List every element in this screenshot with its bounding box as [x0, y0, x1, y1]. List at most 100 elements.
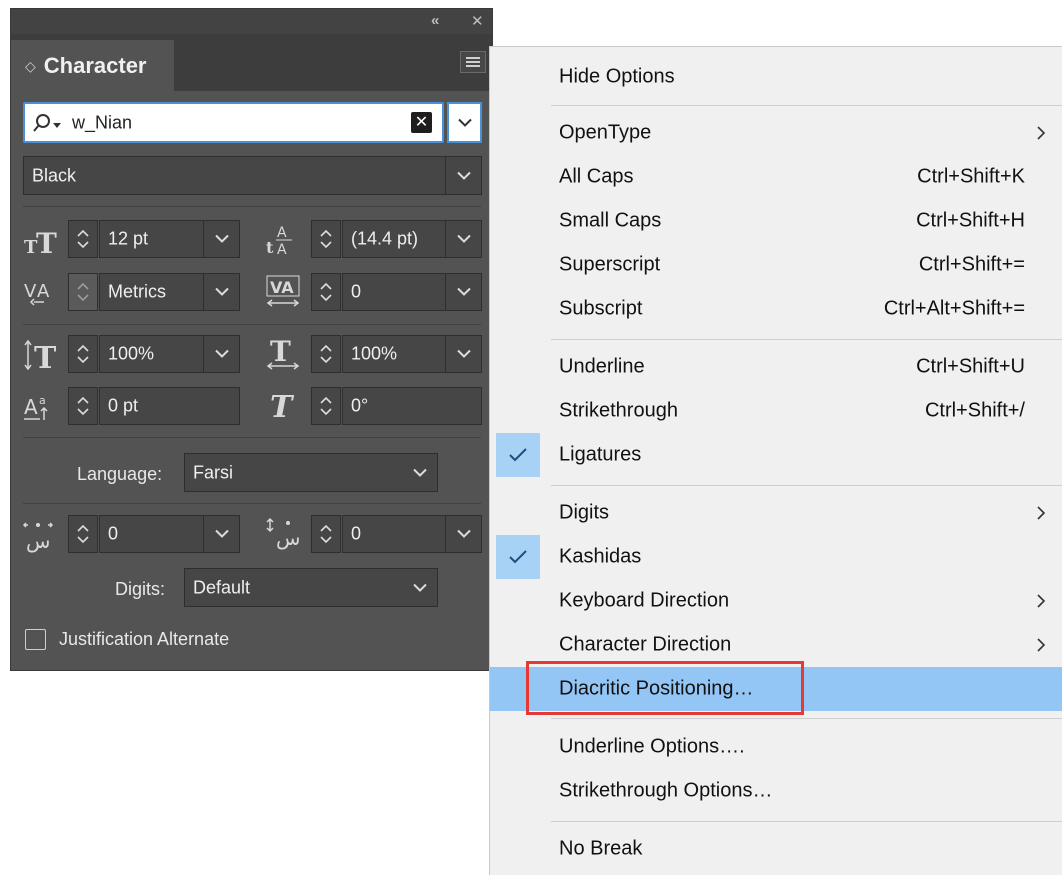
- vertical-scale-field[interactable]: 100%: [99, 335, 240, 373]
- stepper-arrows-icon: [77, 282, 89, 302]
- divider: [23, 324, 481, 325]
- chevron-right-icon: [1037, 126, 1046, 140]
- menu-item-digits[interactable]: Digits: [490, 491, 1062, 535]
- font-style-select[interactable]: Black: [23, 156, 482, 195]
- vertical-scale-stepper[interactable]: [68, 335, 98, 373]
- horizontal-scale-stepper[interactable]: [311, 335, 341, 373]
- font-family-search[interactable]: w_Nian ✕: [23, 102, 444, 143]
- digits-dropdown[interactable]: [402, 569, 437, 606]
- svg-text:T: T: [270, 390, 295, 423]
- shortcut-label: Ctrl+Shift+K: [917, 165, 1025, 188]
- chevron-down-icon: [456, 171, 471, 180]
- menu-item-kashidas[interactable]: Kashidas: [490, 535, 1062, 579]
- svg-text:A: A: [277, 242, 287, 257]
- kerning-stepper[interactable]: [68, 273, 98, 311]
- font-style-value: Black: [32, 165, 77, 185]
- shortcut-label: Ctrl+Shift+H: [916, 209, 1025, 232]
- leading-field[interactable]: (14.4 pt): [342, 220, 482, 258]
- tracking-stepper[interactable]: [311, 273, 341, 311]
- chevron-down-icon: [214, 287, 229, 296]
- font-size-stepper[interactable]: [68, 220, 98, 258]
- font-style-dropdown[interactable]: [445, 157, 481, 194]
- menu-item-subscript[interactable]: Subscript Ctrl+Alt+Shift+=: [490, 287, 1062, 331]
- menu-item-strikethrough-options[interactable]: Strikethrough Options…: [490, 769, 1062, 813]
- menu-item-ligatures[interactable]: Ligatures: [490, 433, 1062, 477]
- vertical-scale-dropdown[interactable]: [203, 336, 239, 372]
- baseline-shift-stepper[interactable]: [68, 387, 98, 425]
- leading-dropdown[interactable]: [445, 221, 481, 257]
- kerning-icon: VA: [22, 273, 62, 309]
- diacritic-x-offset-icon: س: [22, 518, 62, 554]
- stepper-arrows-icon: [320, 396, 332, 416]
- shortcut-label: Ctrl+Shift+/: [924, 399, 1025, 422]
- svg-text:س: س: [276, 526, 300, 550]
- tracking-field[interactable]: 0: [342, 273, 482, 311]
- language-dropdown[interactable]: [402, 454, 437, 491]
- menu-separator: [551, 339, 1062, 340]
- menu-item-hide-options[interactable]: Hide Options: [490, 55, 1062, 99]
- clear-search-icon[interactable]: ✕: [411, 112, 432, 133]
- stepper-arrows-icon: [320, 344, 332, 364]
- stepper-arrows-icon: [320, 282, 332, 302]
- diacritic-x-dropdown[interactable]: [203, 516, 239, 552]
- menu-item-underline-options[interactable]: Underline Options….: [490, 725, 1062, 769]
- close-panel-icon[interactable]: ✕: [471, 12, 484, 30]
- tab-character[interactable]: ◇ Character: [11, 40, 174, 92]
- chevron-right-icon: [1037, 594, 1046, 608]
- language-select[interactable]: Farsi: [184, 453, 438, 492]
- horizontal-scale-field[interactable]: 100%: [342, 335, 482, 373]
- diacritic-x-field[interactable]: 0: [99, 515, 240, 553]
- font-family-value: w_Nian: [72, 112, 133, 132]
- checkmark-icon: [496, 535, 540, 579]
- horizontal-scale-value: 100%: [351, 343, 398, 364]
- menu-item-underline[interactable]: Underline Ctrl+Shift+U: [490, 345, 1062, 389]
- vertical-scale-icon: T: [22, 337, 62, 376]
- kerning-dropdown[interactable]: [203, 274, 239, 310]
- diacritic-y-dropdown[interactable]: [445, 516, 481, 552]
- horizontal-scale-dropdown[interactable]: [445, 336, 481, 372]
- svg-text:A: A: [37, 281, 50, 302]
- digits-select[interactable]: Default: [184, 568, 438, 607]
- skew-stepper[interactable]: [311, 387, 341, 425]
- collapse-panel-icon[interactable]: «: [431, 12, 439, 29]
- font-size-icon: TT: [22, 223, 62, 260]
- kerning-field[interactable]: Metrics: [99, 273, 240, 311]
- font-size-field[interactable]: 12 pt: [99, 220, 240, 258]
- menu-item-diacritic-positioning[interactable]: Diacritic Positioning…: [490, 667, 1062, 711]
- svg-text:T: T: [34, 341, 57, 373]
- chevron-down-icon: [457, 118, 472, 127]
- menu-item-strikethrough[interactable]: Strikethrough Ctrl+Shift+/: [490, 389, 1062, 433]
- search-icon: [33, 114, 61, 132]
- menu-item-character-direction[interactable]: Character Direction: [490, 623, 1062, 667]
- menu-item-all-caps[interactable]: All Caps Ctrl+Shift+K: [490, 155, 1062, 199]
- menu-item-keyboard-direction[interactable]: Keyboard Direction: [490, 579, 1062, 623]
- character-panel: « ✕ ◇ Character w_Nian ✕ Black TT 12 pt …: [10, 8, 493, 671]
- chevron-down-icon: [456, 529, 471, 538]
- divider: [23, 206, 481, 207]
- leading-value: (14.4 pt): [351, 228, 419, 249]
- svg-text:VA: VA: [270, 278, 294, 297]
- baseline-shift-value: 0 pt: [108, 395, 139, 416]
- justification-alternate-checkbox[interactable]: [25, 629, 46, 650]
- baseline-shift-field[interactable]: 0 pt: [99, 387, 240, 425]
- font-family-dropdown-button[interactable]: [447, 102, 482, 143]
- diacritic-y-stepper[interactable]: [311, 515, 341, 553]
- diacritic-y-field[interactable]: 0: [342, 515, 482, 553]
- font-size-dropdown[interactable]: [203, 221, 239, 257]
- menu-item-no-break[interactable]: No Break: [490, 827, 1062, 871]
- svg-text:t: t: [266, 238, 274, 257]
- chevron-down-icon: [456, 287, 471, 296]
- panel-menu-button[interactable]: [460, 51, 486, 73]
- diacritic-x-stepper[interactable]: [68, 515, 98, 553]
- shortcut-label: Ctrl+Shift+=: [918, 253, 1025, 276]
- tracking-dropdown[interactable]: [445, 274, 481, 310]
- skew-field[interactable]: 0°: [342, 387, 482, 425]
- menu-item-small-caps[interactable]: Small Caps Ctrl+Shift+H: [490, 199, 1062, 243]
- chevron-down-icon: [214, 529, 229, 538]
- svg-text:س: س: [26, 529, 50, 553]
- menu-item-opentype[interactable]: OpenType: [490, 111, 1062, 155]
- leading-stepper[interactable]: [311, 220, 341, 258]
- panel-topbar: « ✕: [11, 9, 492, 34]
- menu-item-superscript[interactable]: Superscript Ctrl+Shift+=: [490, 243, 1062, 287]
- svg-text:A: A: [24, 395, 38, 419]
